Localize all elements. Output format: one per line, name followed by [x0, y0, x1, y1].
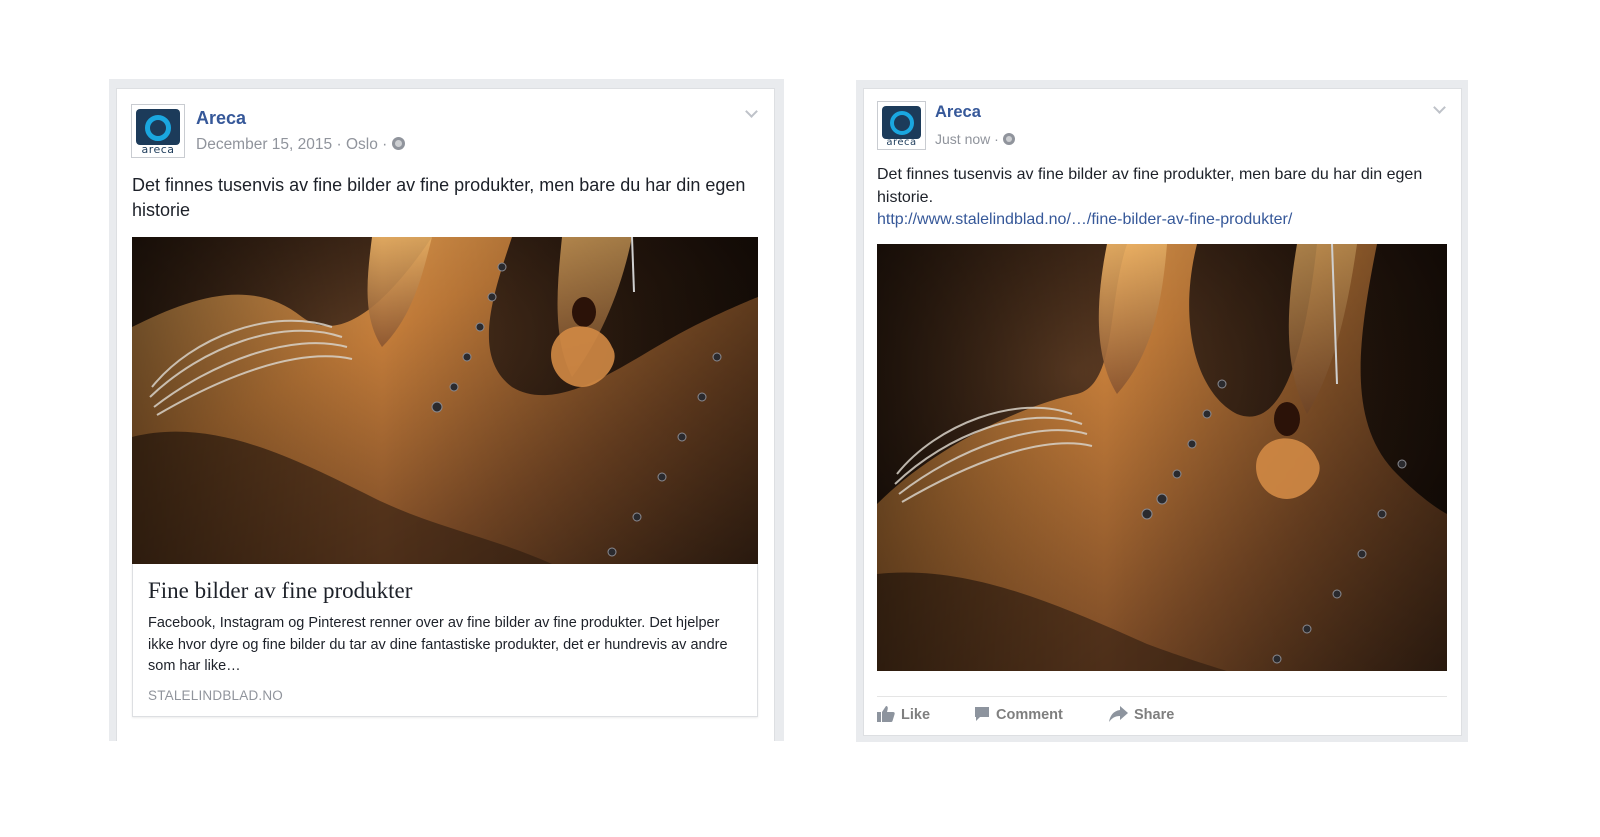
- globe-icon[interactable]: [1002, 133, 1015, 145]
- meta-separator: ·: [336, 136, 342, 153]
- page-avatar[interactable]: areca: [877, 101, 926, 150]
- link-preview-card[interactable]: Fine bilder av fine produkter Facebook, …: [132, 564, 758, 717]
- share-button[interactable]: Share: [1109, 706, 1174, 723]
- actions-divider: [877, 696, 1447, 697]
- meta-separator: ·: [994, 131, 999, 147]
- page-name-link[interactable]: Areca: [196, 108, 246, 129]
- link-preview-image[interactable]: [132, 237, 758, 564]
- avatar-logo-text: areca: [886, 137, 917, 148]
- antler-jewelry-photo: [132, 237, 758, 564]
- post-link[interactable]: http://www.stalelindblad.no/…/fine-bilde…: [877, 211, 1292, 229]
- post-meta: December 15, 2015 · Oslo ·: [196, 136, 405, 154]
- antler-jewelry-photo: [877, 244, 1447, 671]
- like-label: Like: [901, 707, 931, 723]
- speech-bubble-icon: [975, 707, 989, 721]
- areca-logo-icon: [136, 109, 180, 146]
- meta-separator: ·: [382, 136, 388, 153]
- comment-label: Comment: [996, 707, 1063, 723]
- location-link[interactable]: Oslo: [346, 136, 378, 153]
- thumbs-up-icon: [877, 706, 895, 722]
- post-timestamp-link[interactable]: Just now: [935, 131, 990, 147]
- post-message: Det finnes tusenvis av fine bilder av fi…: [132, 175, 746, 220]
- post-message: Det finnes tusenvis av fine bilder av fi…: [877, 166, 1423, 206]
- avatar-logo-text: areca: [141, 143, 175, 156]
- page-avatar[interactable]: areca: [131, 104, 185, 158]
- post-meta: Just now ·: [935, 131, 1015, 147]
- link-preview-domain: STALELINDBLAD.NO: [148, 688, 283, 703]
- link-preview-description: Facebook, Instagram og Pinterest renner …: [148, 615, 728, 674]
- like-button[interactable]: Like: [877, 706, 930, 723]
- globe-icon[interactable]: [391, 137, 405, 150]
- share-arrow-icon: [1109, 706, 1128, 722]
- share-label: Share: [1134, 707, 1175, 723]
- page-name-link[interactable]: Areca: [935, 103, 981, 122]
- post-image[interactable]: [877, 244, 1447, 671]
- areca-logo-icon: [882, 106, 921, 139]
- post-date-link[interactable]: December 15, 2015: [196, 136, 332, 153]
- comment-button[interactable]: Comment: [974, 706, 1063, 723]
- link-preview-title[interactable]: Fine bilder av fine produkter: [148, 578, 412, 604]
